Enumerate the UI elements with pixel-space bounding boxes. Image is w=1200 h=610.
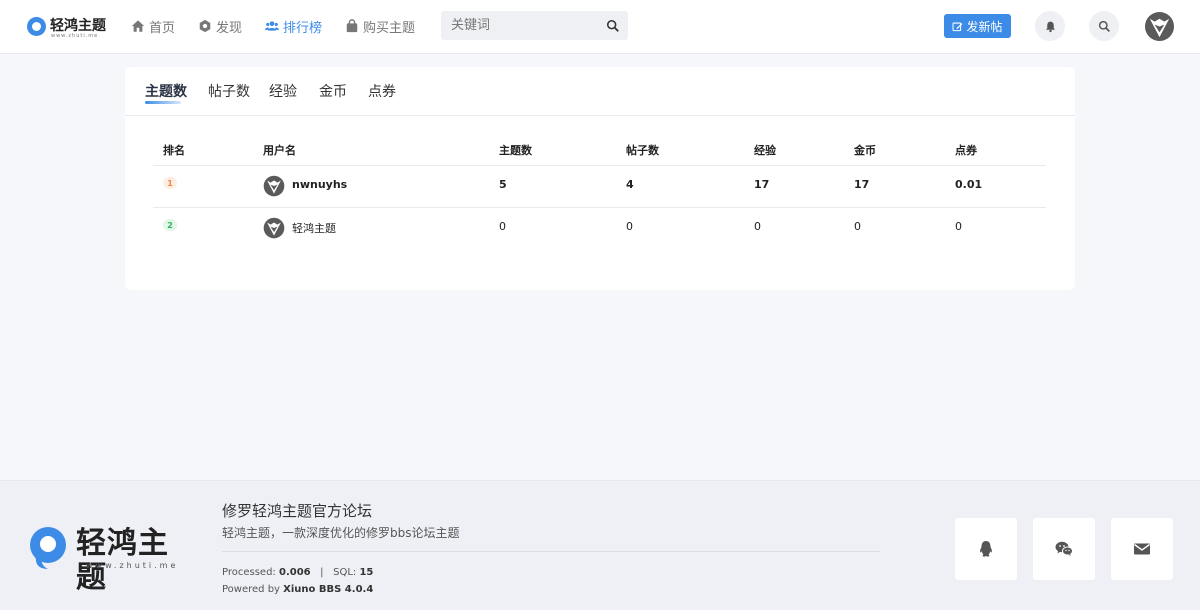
wechat-icon xyxy=(1055,541,1073,556)
ranking-tabs: 主题数 帖子数 经验 金币 点券 xyxy=(125,67,1075,116)
nav-label: 首页 xyxy=(149,20,176,36)
col-gold: 金币 xyxy=(854,144,876,157)
footer-title: 修罗轻鸿主题官方论坛 xyxy=(222,502,373,520)
nav-label: 购买主题 xyxy=(363,20,416,36)
col-threads: 主题数 xyxy=(499,144,532,157)
bell-icon xyxy=(1045,21,1055,32)
table-row: 2 轻鸿主题 0 0 0 0 0 xyxy=(153,208,1046,250)
stat-separator: | xyxy=(313,567,330,578)
search-box xyxy=(441,11,628,40)
nav-label: 发现 xyxy=(216,20,243,36)
nav-label: 排行榜 xyxy=(283,20,323,36)
nav-item-home[interactable]: 首页 xyxy=(131,15,175,37)
wechat-button[interactable] xyxy=(1033,518,1095,580)
new-post-button[interactable]: 发新帖 xyxy=(944,14,1011,38)
compass-icon xyxy=(198,19,212,33)
gold-value: 17 xyxy=(854,178,870,191)
tab-posts[interactable]: 帖子数 xyxy=(208,83,250,101)
tab-threads[interactable]: 主题数 xyxy=(145,83,187,104)
col-posts: 帖子数 xyxy=(626,144,659,157)
coupons-value: 0.01 xyxy=(955,178,983,191)
nav-item-buy-theme[interactable]: 购买主题 xyxy=(345,15,415,37)
edit-icon xyxy=(953,22,963,31)
qq-icon xyxy=(980,541,992,557)
footer-logo-subtext: www.zhuti.me xyxy=(86,561,179,570)
footer-stats: Processed: 0.006 | SQL: 15 xyxy=(222,567,373,578)
search-icon xyxy=(1098,20,1110,32)
processed-value: 0.006 xyxy=(279,567,311,578)
experience-value: 0 xyxy=(754,220,761,233)
threads-value: 0 xyxy=(499,220,506,233)
table-header: 排名 用户名 主题数 帖子数 经验 金币 点券 xyxy=(153,134,1046,166)
new-post-label: 发新帖 xyxy=(966,19,1003,34)
bag-icon xyxy=(345,19,359,33)
tab-coupons[interactable]: 点券 xyxy=(368,83,396,101)
tab-gold[interactable]: 金币 xyxy=(319,83,347,101)
powered-value[interactable]: Xiuno BBS 4.0.4 xyxy=(283,584,373,595)
site-footer: 轻鸿主题 www.zhuti.me 修罗轻鸿主题官方论坛 轻鸿主题，一款深度优化… xyxy=(0,480,1200,610)
rank-badge: 2 xyxy=(163,219,177,231)
qq-button[interactable] xyxy=(955,518,1017,580)
footer-description: 轻鸿主题，一款深度优化的修罗bbs论坛主题 xyxy=(222,526,460,540)
processed-label: Processed: xyxy=(222,567,276,578)
tab-experience[interactable]: 经验 xyxy=(269,83,297,101)
sql-value: 15 xyxy=(359,567,374,578)
table-row: 1 nwnuyhs 5 4 17 17 0.01 xyxy=(153,166,1046,208)
avatar[interactable] xyxy=(263,175,285,197)
username-link[interactable]: 轻鸿主题 xyxy=(292,220,336,236)
col-rank: 排名 xyxy=(163,144,185,157)
col-username: 用户名 xyxy=(263,144,296,157)
search-icon[interactable] xyxy=(606,18,620,32)
search-button[interactable] xyxy=(1089,11,1119,41)
footer-divider xyxy=(222,551,880,552)
logo-text: 轻鸿主题 xyxy=(50,18,106,34)
avatar[interactable] xyxy=(263,217,285,239)
coupons-value: 0 xyxy=(955,220,962,233)
ranking-table: 排名 用户名 主题数 帖子数 经验 金币 点券 1 nwnuyhs 5 4 17… xyxy=(153,134,1046,250)
logo-mark-icon xyxy=(30,527,66,569)
search-input[interactable] xyxy=(441,11,601,40)
mail-icon xyxy=(1134,543,1150,555)
nav-item-ranking[interactable]: 排行榜 xyxy=(265,15,322,37)
rank-badge: 1 xyxy=(163,177,177,189)
notification-button[interactable] xyxy=(1035,11,1065,41)
posts-value: 4 xyxy=(626,178,634,191)
logo-mark-icon xyxy=(27,16,46,36)
sql-label: SQL: xyxy=(333,567,357,578)
nav-item-discover[interactable]: 发现 xyxy=(198,15,242,37)
powered-label: Powered by xyxy=(222,584,280,595)
footer-logo[interactable]: 轻鸿主题 www.zhuti.me xyxy=(28,521,188,595)
gold-value: 0 xyxy=(854,220,861,233)
posts-value: 0 xyxy=(626,220,633,233)
top-header: 轻鸿主题 www.zhuti.me 首页 发现 排行榜 购买主题 关键词 发新帖 xyxy=(0,0,1200,54)
mail-button[interactable] xyxy=(1111,518,1173,580)
main-nav: 首页 发现 排行榜 购买主题 xyxy=(131,15,438,37)
experience-value: 17 xyxy=(754,178,770,191)
col-experience: 经验 xyxy=(754,144,776,157)
username-link[interactable]: nwnuyhs xyxy=(292,178,347,191)
col-coupons: 点券 xyxy=(955,144,977,157)
footer-powered: Powered by Xiuno BBS 4.0.4 xyxy=(222,584,373,595)
users-icon xyxy=(265,19,280,33)
home-icon xyxy=(131,19,145,33)
logo-subtext: www.zhuti.me xyxy=(51,33,99,39)
ranking-card: 主题数 帖子数 经验 金币 点券 排名 用户名 主题数 帖子数 经验 金币 点券… xyxy=(125,67,1075,290)
site-logo[interactable]: 轻鸿主题 www.zhuti.me xyxy=(27,13,107,39)
threads-value: 5 xyxy=(499,178,507,191)
user-avatar[interactable] xyxy=(1144,11,1175,42)
